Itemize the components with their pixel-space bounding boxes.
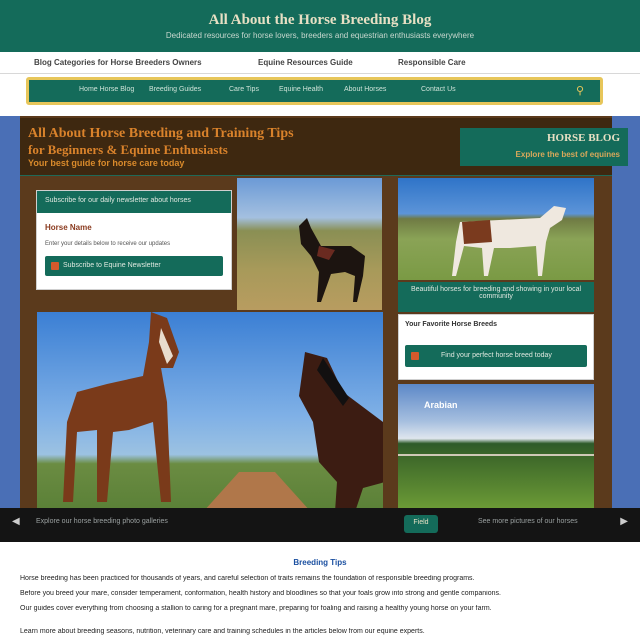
- breeds-card-label: Your Favorite Horse Breeds: [405, 321, 498, 328]
- main-nav-item-about[interactable]: About Horses: [344, 86, 386, 93]
- gallery-chip[interactable]: Field: [404, 515, 438, 533]
- search-icon[interactable]: ⚲: [576, 84, 588, 98]
- subscribe-button-label: Subscribe to Equine Newsletter: [63, 262, 161, 269]
- gallery-strip-left-text[interactable]: Explore our horse breeding photo galleri…: [36, 518, 168, 525]
- breeds-card: Your Favorite Horse Breeds Find your per…: [398, 314, 594, 380]
- main-nav-item-breeding[interactable]: Breeding Guides: [149, 86, 201, 93]
- nav-item-resources[interactable]: Equine Resources Guide: [258, 58, 353, 67]
- photo-paint-horse[interactable]: [398, 178, 594, 280]
- find-breed-button[interactable]: Find your perfect horse breed today: [405, 345, 587, 367]
- hero-right-panel: HORSE BLOG Explore the best of equines: [460, 128, 628, 166]
- hero-right-title: HORSE BLOG: [546, 132, 620, 144]
- photo-badge: Arabian: [424, 400, 458, 410]
- article-title: Breeding Tips: [293, 558, 347, 567]
- chestnut-horse-image: [57, 312, 187, 512]
- article-paragraph-line: Horse breeding has been practiced for th…: [20, 575, 475, 582]
- hero-title-line-3: Your best guide for horse care today: [28, 158, 185, 168]
- main-nav-item-home[interactable]: Home Horse Blog: [79, 86, 134, 93]
- site-title[interactable]: All About the Horse Breeding Blog: [0, 12, 640, 29]
- chevron-left-icon[interactable]: ◀: [12, 516, 20, 527]
- main-nav-item-contact[interactable]: Contact Us: [421, 86, 456, 93]
- hero-title-block: All About Horse Breeding and Training Ti…: [20, 118, 628, 176]
- hero-right-subtitle: Explore the best of equines: [515, 150, 620, 159]
- newsletter-card-header-text: Subscribe for our daily newsletter about…: [45, 197, 191, 204]
- fence-line: [398, 454, 594, 456]
- nav-item-categories[interactable]: Blog Categories for Horse Breeders Owner…: [34, 58, 202, 67]
- gallery-strip-right-text[interactable]: See more pictures of our horses: [478, 518, 578, 525]
- photo-horse-field[interactable]: [237, 178, 382, 310]
- site-tagline: Dedicated resources for horse lovers, br…: [165, 31, 475, 40]
- find-breed-button-label: Find your perfect horse breed today: [441, 352, 552, 359]
- article-paragraph-line: Our guides cover everything from choosin…: [20, 605, 492, 612]
- bullet-icon: [411, 352, 419, 360]
- chevron-right-icon[interactable]: ▶: [620, 516, 628, 527]
- nav-item-care[interactable]: Responsible Care: [398, 58, 466, 67]
- main-nav-item-care[interactable]: Care Tips: [229, 86, 259, 93]
- newsletter-card-description: Enter your details below to receive our …: [45, 241, 171, 247]
- bullet-icon: [51, 262, 59, 270]
- newsletter-card: Subscribe for our daily newsletter about…: [36, 190, 232, 290]
- paint-horse-caption-text: Beautiful horses for breeding and showin…: [410, 286, 582, 300]
- black-horse-image: [291, 216, 371, 304]
- top-nav: Blog Categories for Horse Breeders Owner…: [0, 52, 640, 74]
- subscribe-button[interactable]: Subscribe to Equine Newsletter: [45, 256, 223, 276]
- hero-title-line-2: for Beginners & Equine Enthusiasts: [28, 142, 228, 157]
- article-paragraph-line: Before you breed your mare, consider tem…: [20, 590, 501, 597]
- newsletter-card-header: Subscribe for our daily newsletter about…: [37, 191, 231, 213]
- paint-horse-caption: Beautiful horses for breeding and showin…: [398, 282, 594, 312]
- main-nav-item-health[interactable]: Equine Health: [279, 86, 323, 93]
- horse-name-label: Horse Name: [45, 223, 92, 232]
- gallery-strip: ◀ Explore our horse breeding photo galle…: [0, 508, 640, 542]
- article-paragraph-line: Learn more about breeding seasons, nutri…: [20, 628, 425, 635]
- main-nav-bar: Home Horse Blog Breeding Guides Care Tip…: [26, 77, 603, 105]
- site-header: All About the Horse Breeding Blog Dedica…: [0, 0, 640, 52]
- paint-horse-image: [450, 202, 570, 278]
- hero-title-line-1: All About Horse Breeding and Training Ti…: [28, 126, 294, 141]
